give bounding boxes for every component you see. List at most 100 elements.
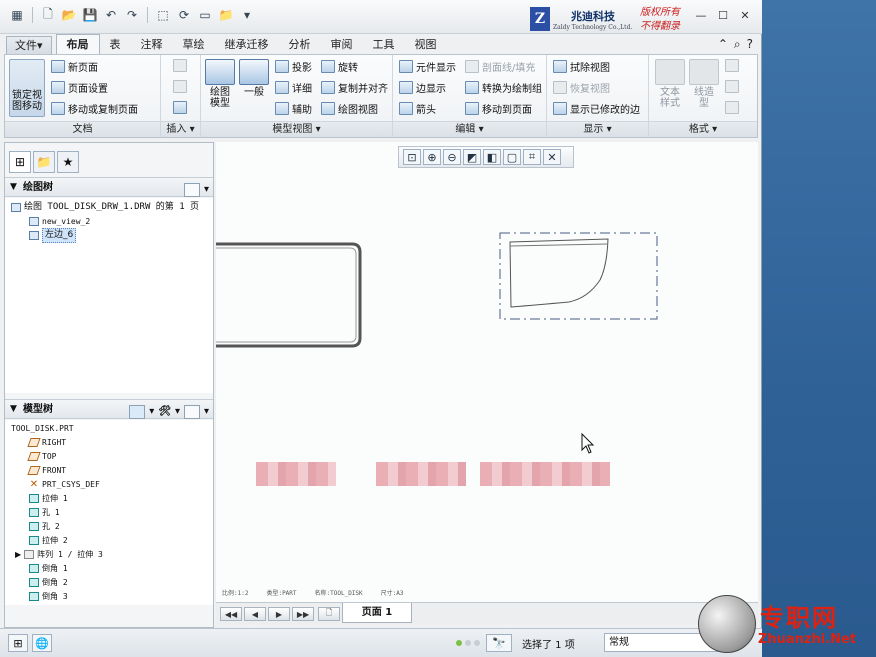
erase-view-button[interactable]: 拭除视图 bbox=[553, 59, 610, 74]
dropdown-arrow-icon[interactable]: ▾ bbox=[204, 180, 209, 199]
copy-align-button[interactable]: 复制并对齐 bbox=[321, 80, 388, 95]
detailed-view-button[interactable]: 详细 bbox=[275, 80, 312, 95]
tab-view[interactable]: 视图 bbox=[405, 36, 447, 54]
element-display-button[interactable]: 元件显示 bbox=[399, 59, 456, 74]
favorites-tab-icon[interactable]: ★ bbox=[57, 151, 79, 173]
windows-icon[interactable]: ▭ bbox=[196, 6, 214, 24]
group-label-format[interactable]: 格式 ▾ bbox=[649, 121, 757, 137]
format-tool-2-button[interactable] bbox=[725, 80, 739, 93]
first-page-icon[interactable]: ◀◀ bbox=[220, 607, 242, 621]
tree-settings-icon[interactable] bbox=[183, 182, 200, 197]
section-fill-button[interactable]: 剖面线/填充 bbox=[465, 59, 535, 74]
refit-icon[interactable]: ⊡ bbox=[403, 149, 421, 165]
dropdown-arrow-icon[interactable]: ▾ bbox=[204, 402, 209, 421]
group-label-insert[interactable]: 插入 ▾ bbox=[161, 121, 200, 137]
find-icon[interactable]: 🔭 bbox=[486, 634, 512, 652]
navigator-toggle-icon[interactable]: ⊞ bbox=[8, 634, 28, 652]
maximize-icon[interactable]: ☐ bbox=[716, 8, 730, 22]
regenerate-icon[interactable]: ⟳ bbox=[175, 6, 193, 24]
group-label-model-views[interactable]: 模型视图 ▾ bbox=[201, 121, 392, 137]
saved-views-icon[interactable]: ▢ bbox=[503, 149, 521, 165]
display-style-icon[interactable]: ◧ bbox=[483, 149, 501, 165]
folder-browser-tab-icon[interactable]: 📁 bbox=[33, 151, 55, 173]
tab-table[interactable]: 表 bbox=[100, 36, 131, 54]
new-file-icon[interactable]: 🗋 bbox=[39, 6, 57, 24]
show-modified-edges-button[interactable]: 显示已修改的边 bbox=[553, 101, 640, 116]
close-window-icon[interactable]: 📁 bbox=[217, 6, 235, 24]
save-icon[interactable]: 💾 bbox=[81, 6, 99, 24]
line-style-button[interactable]: 线造 型 bbox=[689, 59, 719, 109]
tree-item[interactable]: RIGHT bbox=[27, 436, 66, 449]
show-icon[interactable] bbox=[129, 404, 146, 419]
drawing-view-button[interactable]: 绘图视图 bbox=[321, 101, 378, 116]
general-view-button[interactable]: 一般 bbox=[239, 59, 269, 98]
redo-icon[interactable]: ↷ bbox=[123, 6, 141, 24]
tree-item[interactable]: 倒角 2 bbox=[29, 576, 68, 589]
arrow-button[interactable]: 箭头 bbox=[399, 101, 436, 116]
collapse-triangle-icon[interactable]: ▼ bbox=[10, 400, 17, 419]
expand-arrow-icon[interactable]: ▶ bbox=[15, 548, 21, 561]
tree-item[interactable]: 倒角 1 bbox=[29, 562, 68, 575]
minimize-icon[interactable]: — bbox=[694, 8, 708, 22]
dropdown-arrow-icon[interactable]: ▾ bbox=[175, 402, 180, 421]
close-icon[interactable]: ✕ bbox=[738, 8, 752, 22]
dropdown-arrow-icon[interactable]: ▾ bbox=[149, 402, 154, 421]
restore-view-button[interactable]: 恢复视图 bbox=[553, 80, 610, 95]
collapse-triangle-icon[interactable]: ▼ bbox=[10, 178, 17, 197]
annotation-display-icon[interactable]: ⌗ bbox=[523, 149, 541, 165]
zoom-in-icon[interactable]: ⊕ bbox=[423, 149, 441, 165]
group-label-display[interactable]: 显示 ▾ bbox=[547, 121, 648, 137]
edge-display-button[interactable]: 边显示 bbox=[399, 80, 446, 95]
browser-toggle-icon[interactable]: 🌐 bbox=[32, 634, 52, 652]
convert-draw-group-button[interactable]: 转换为绘制组 bbox=[465, 80, 542, 95]
insert-shape-button[interactable] bbox=[173, 80, 187, 93]
repaint-icon[interactable]: ◩ bbox=[463, 149, 481, 165]
app-icon[interactable]: ▦ bbox=[8, 6, 26, 24]
revolve-view-button[interactable]: 旋转 bbox=[321, 59, 358, 74]
tree-item[interactable]: 绘图 TOOL_DISK_DRW_1.DRW 的第 1 页 bbox=[11, 201, 199, 214]
tree-item[interactable]: 拉伸 2 bbox=[29, 534, 68, 547]
select-box-icon[interactable]: ⬚ bbox=[154, 6, 172, 24]
format-tool-3-button[interactable] bbox=[725, 101, 739, 114]
format-tool-1-button[interactable] bbox=[725, 59, 739, 72]
group-label-edit[interactable]: 编辑 ▾ bbox=[393, 121, 546, 137]
tree-item[interactable]: ✕ PRT_CSYS_DEF bbox=[29, 478, 100, 491]
tab-sketch[interactable]: 草绘 bbox=[173, 36, 215, 54]
page-setup-button[interactable]: 页面设置 bbox=[51, 80, 108, 95]
lock-view-move-button[interactable]: 锁定视 图移动 bbox=[9, 59, 45, 117]
model-tree-tab-icon[interactable]: ⊞ bbox=[9, 151, 31, 173]
tree-item[interactable]: 倒角 3 bbox=[29, 590, 68, 603]
help-icon[interactable]: ? bbox=[747, 37, 753, 52]
datum-display-icon[interactable]: ✕ bbox=[543, 149, 561, 165]
move-to-page-button[interactable]: 移动到页面 bbox=[465, 101, 532, 116]
text-style-button[interactable]: 文本 样式 bbox=[655, 59, 685, 109]
previous-page-icon[interactable]: ◀ bbox=[244, 607, 266, 621]
new-page-icon[interactable]: 🗋 bbox=[318, 607, 340, 621]
page-tab[interactable]: 页面 1 bbox=[342, 603, 412, 623]
tree-item[interactable]: 孔 1 bbox=[29, 506, 60, 519]
tree-item[interactable]: ▶ 阵列 1 / 拉伸 3 bbox=[15, 548, 103, 561]
projection-button[interactable]: 投影 bbox=[275, 59, 312, 74]
tab-annotate[interactable]: 注释 bbox=[131, 36, 173, 54]
tree-item[interactable]: TOP bbox=[27, 450, 56, 463]
tree-item[interactable]: TOOL_DISK.PRT bbox=[11, 422, 74, 435]
zoom-out-icon[interactable]: ⊖ bbox=[443, 149, 461, 165]
move-copy-page-button[interactable]: 移动或复制页面 bbox=[51, 101, 138, 116]
drawing-model-button[interactable]: 绘图 模型 bbox=[205, 59, 235, 109]
tab-layout[interactable]: 布局 bbox=[55, 34, 100, 54]
drawing-canvas[interactable] bbox=[216, 142, 758, 602]
last-page-icon[interactable]: ▶▶ bbox=[292, 607, 314, 621]
search-icon[interactable]: ⌕ bbox=[734, 37, 741, 52]
tree-item[interactable]: new_view_2 bbox=[29, 215, 90, 228]
tab-analysis[interactable]: 分析 bbox=[279, 36, 321, 54]
tab-review[interactable]: 审阅 bbox=[321, 36, 363, 54]
tab-tools[interactable]: 工具 bbox=[363, 36, 405, 54]
insert-image-button[interactable] bbox=[173, 101, 187, 114]
model-tree-header[interactable]: ▼ 模型树 ▾ 🛠 ▾ ▾ bbox=[5, 399, 213, 419]
tab-legacy-migration[interactable]: 继承迁移 bbox=[215, 36, 279, 54]
new-page-button[interactable]: 新页面 bbox=[51, 59, 98, 74]
collapse-ribbon-icon[interactable]: ⌃ bbox=[718, 37, 728, 52]
next-page-icon[interactable]: ▶ bbox=[268, 607, 290, 621]
drawing-tree-header[interactable]: ▼ 绘图树 ▾ bbox=[5, 177, 213, 197]
open-folder-icon[interactable]: 📂 bbox=[60, 6, 78, 24]
